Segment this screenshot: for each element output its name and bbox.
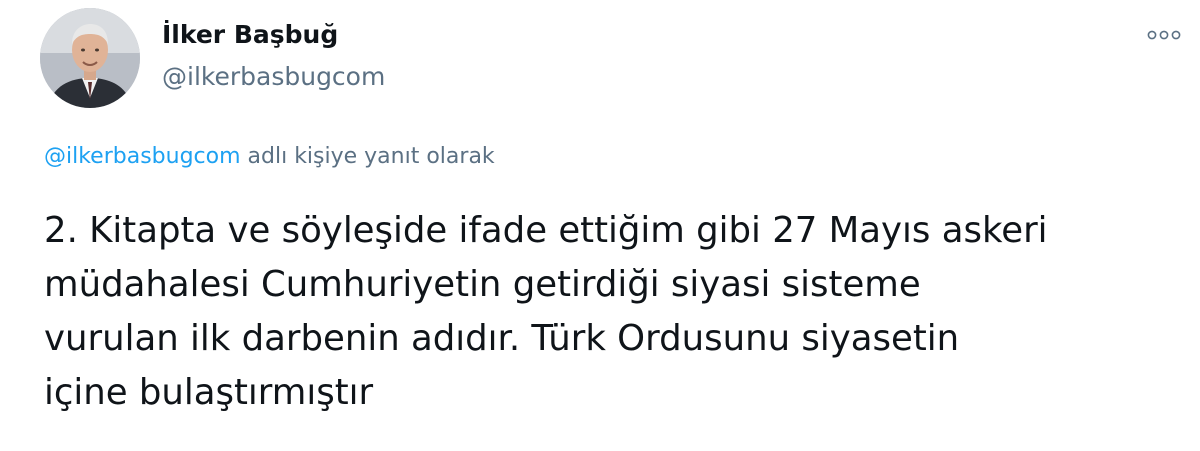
avatar[interactable] bbox=[40, 8, 140, 108]
author-display-name[interactable]: İlker Başbuğ bbox=[162, 20, 385, 50]
more-horizontal-icon bbox=[1147, 30, 1181, 40]
tweet-text: 2. Kitapta ve söyleşide ifade ettiğim gi… bbox=[44, 210, 1048, 413]
tweet-author: İlker Başbuğ @ilkerbasbugcom bbox=[162, 20, 385, 92]
reply-context: @ilkerbasbugcom adlı kişiye yanıt olarak bbox=[44, 142, 495, 172]
reply-context-text: adlı kişiye yanıt olarak bbox=[240, 144, 495, 169]
more-options-button[interactable] bbox=[1142, 20, 1186, 50]
author-handle[interactable]: @ilkerbasbugcom bbox=[162, 62, 385, 92]
reply-mention-link[interactable]: @ilkerbasbugcom bbox=[44, 144, 241, 169]
tweet-card: İlker Başbuğ @ilkerbasbugcom @ilkerbasbu… bbox=[0, 0, 1200, 451]
avatar-photo bbox=[40, 8, 140, 108]
